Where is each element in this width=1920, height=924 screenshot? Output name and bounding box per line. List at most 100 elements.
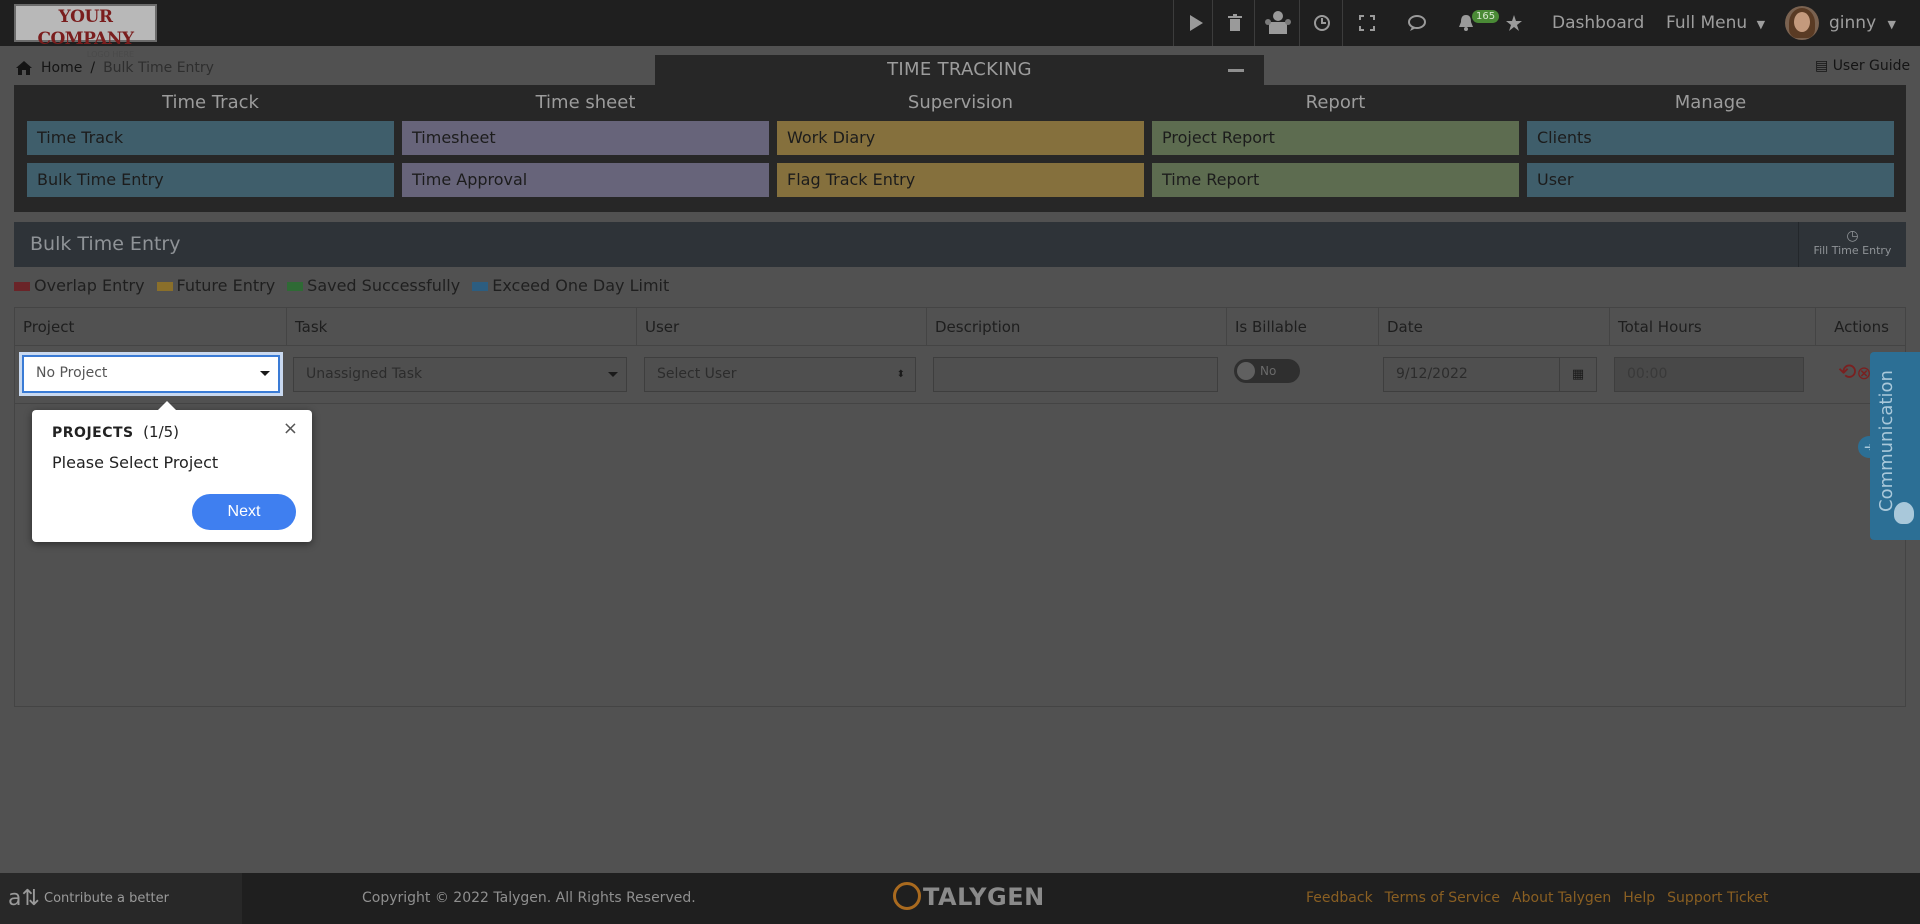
legend-future: Future Entry — [156, 276, 275, 295]
date-input[interactable]: 9/12/2022 — [1383, 357, 1561, 392]
next-button[interactable]: Next — [192, 494, 296, 530]
menu-item-flag-track-entry[interactable]: Flag Track Entry — [777, 163, 1144, 197]
menu-heading: Supervision — [907, 92, 1014, 113]
breadcrumb: Home / Bulk Time Entry — [15, 60, 214, 76]
table-header: Project Task User Description Is Billabl… — [15, 308, 1905, 346]
column-header-task: Task — [287, 308, 637, 346]
chat-icon[interactable] — [1395, 0, 1439, 46]
clock-icon[interactable] — [1300, 0, 1344, 46]
date-value: 9/12/2022 — [1396, 366, 1468, 382]
top-navbar: YOUR COMPANY LOGO HERE 165 Dashboard Ful… — [0, 0, 1920, 59]
section-header: Bulk Time Entry ◷ Fill Time Entry — [14, 222, 1906, 267]
user-name[interactable]: ginny ▼ — [1829, 13, 1896, 33]
fill-time-entry-button[interactable]: ◷ Fill Time Entry — [1798, 222, 1906, 267]
menu-item-clients[interactable]: Clients — [1527, 121, 1894, 155]
menu-item-project-report[interactable]: Project Report — [1152, 121, 1519, 155]
breadcrumb-current: Bulk Time Entry — [103, 60, 214, 76]
menu-heading: Time sheet — [535, 92, 636, 113]
communication-tab[interactable]: Communication — [1870, 352, 1920, 540]
legend-exceed: Exceed One Day Limit — [472, 276, 669, 295]
breadcrumb-home[interactable]: Home — [41, 60, 82, 76]
toggle-knob — [1237, 362, 1255, 380]
menu-item-time-approval[interactable]: Time Approval — [402, 163, 769, 197]
star-icon[interactable] — [1492, 0, 1536, 46]
module-menu-panel: Time Track Time Track Bulk Time Entry Ti… — [14, 85, 1906, 212]
billable-toggle[interactable]: No — [1234, 359, 1300, 383]
module-title-tab: TIME TRACKING — [655, 55, 1264, 85]
footer-link-help[interactable]: Help — [1623, 890, 1655, 906]
translate-icon: a⇅ — [8, 886, 40, 911]
popover-step: (1/5) — [143, 423, 180, 441]
user-select[interactable]: Select User ⬍ — [644, 357, 916, 392]
full-menu-dropdown[interactable]: Full Menu ▼ — [1666, 13, 1765, 33]
copyright-text: Copyright © 2022 Talygen. All Rights Res… — [362, 890, 696, 906]
trash-icon[interactable] — [1213, 0, 1257, 46]
menu-item-timesheet[interactable]: Timesheet — [402, 121, 769, 155]
task-select-value: Unassigned Task — [306, 366, 423, 382]
company-logo[interactable]: YOUR COMPANY LOGO HERE — [14, 4, 157, 59]
row-actions: ⟲⊗ — [1838, 360, 1872, 385]
menu-column-time-track: Time Track Time Track Bulk Time Entry — [27, 85, 394, 205]
column-header-date: Date — [1379, 308, 1610, 346]
talygen-logo: TALYGEN — [893, 882, 1045, 912]
translate-label: Contribute a better translation — [44, 891, 169, 906]
translate-link[interactable]: a⇅ Contribute a better translation — [0, 873, 242, 924]
team-icon[interactable] — [1256, 0, 1300, 46]
communication-label: Communication — [1876, 370, 1897, 512]
full-menu-label: Full Menu — [1666, 13, 1748, 33]
task-select[interactable]: Unassigned Task — [293, 357, 627, 392]
talygen-logo-mark — [893, 882, 921, 910]
column-header-description: Description — [927, 308, 1227, 346]
total-hours-value: 00:00 — [1627, 366, 1668, 382]
menu-item-time-report[interactable]: Time Report — [1152, 163, 1519, 197]
billable-value: No — [1260, 364, 1277, 378]
menu-column-time-sheet: Time sheet Timesheet Time Approval — [402, 85, 769, 205]
bell-icon[interactable] — [1444, 0, 1488, 46]
menu-item-bulk-time-entry[interactable]: Bulk Time Entry — [27, 163, 394, 197]
popover-title: PROJECTS (1/5) — [52, 423, 180, 441]
module-title: TIME TRACKING — [887, 59, 1032, 80]
avatar[interactable] — [1785, 6, 1819, 40]
menu-item-time-track[interactable]: Time Track — [27, 121, 394, 155]
project-select-value: No Project — [36, 365, 108, 381]
brand-name: TALYGEN — [923, 883, 1045, 911]
footer-link-about[interactable]: About Talygen — [1512, 890, 1611, 906]
logo-line1: YOUR COMPANY — [37, 7, 134, 49]
project-select[interactable]: No Project — [22, 355, 280, 393]
caret-down-icon: ▼ — [1887, 18, 1896, 31]
home-icon — [16, 61, 32, 75]
column-header-billable: Is Billable — [1227, 308, 1379, 346]
calendar-icon[interactable]: ▦ — [1559, 357, 1597, 392]
logo-line2: LOGO HERE — [86, 50, 135, 59]
user-select-value: Select User — [657, 366, 737, 382]
tour-popover: PROJECTS (1/5) × Please Select Project N… — [32, 401, 312, 542]
menu-heading: Manage — [1674, 92, 1747, 113]
undo-icon[interactable]: ⟲ — [1838, 360, 1856, 385]
legend-overlap: Overlap Entry — [14, 276, 145, 295]
dashboard-link[interactable]: Dashboard — [1552, 13, 1644, 33]
guide-icon: ▤ — [1815, 58, 1829, 74]
footer-links: Feedback Terms of Service About Talygen … — [1306, 890, 1768, 906]
popover-text: Please Select Project — [52, 453, 219, 472]
page-title: Bulk Time Entry — [30, 233, 181, 255]
menu-item-user[interactable]: User — [1527, 163, 1894, 197]
status-legend: Overlap Entry Future Entry Saved Success… — [14, 276, 669, 295]
user-name-label: ginny — [1829, 13, 1877, 33]
caret-down-icon: ▼ — [1756, 18, 1766, 31]
close-icon[interactable]: × — [283, 418, 298, 439]
footer-link-terms[interactable]: Terms of Service — [1385, 890, 1500, 906]
menu-item-work-diary[interactable]: Work Diary — [777, 121, 1144, 155]
menu-column-report: Report Project Report Time Report — [1152, 85, 1519, 205]
fullscreen-icon[interactable] — [1345, 0, 1389, 46]
sort-arrows-icon: ⬍ — [896, 369, 905, 380]
user-guide-link[interactable]: ▤ User Guide — [1815, 58, 1910, 74]
caret-down-icon — [260, 371, 270, 376]
column-header-user: User — [637, 308, 927, 346]
footer-link-support-ticket[interactable]: Support Ticket — [1667, 890, 1768, 906]
footer-link-feedback[interactable]: Feedback — [1306, 890, 1373, 906]
breadcrumb-separator: / — [90, 60, 96, 76]
description-input[interactable] — [933, 357, 1218, 392]
column-header-project: Project — [15, 308, 287, 346]
collapse-icon[interactable] — [1228, 69, 1244, 72]
column-header-total-hours: Total Hours — [1610, 308, 1816, 346]
